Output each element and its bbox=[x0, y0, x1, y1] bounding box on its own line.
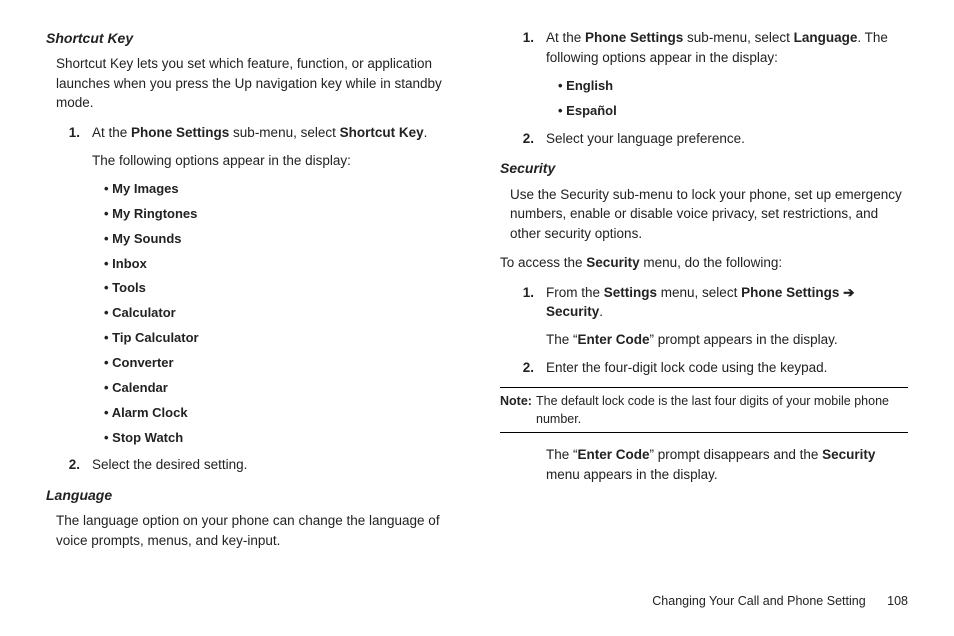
t: sub-menu, select bbox=[229, 125, 339, 140]
step-number: 2. bbox=[500, 129, 546, 149]
shortcut-step-2: 2. Select the desired setting. bbox=[46, 455, 454, 475]
list-item: My Sounds bbox=[104, 230, 454, 249]
bold: Phone Settings bbox=[741, 285, 839, 300]
t: At the bbox=[92, 125, 131, 140]
security-step-2: 2. Enter the four-digit lock code using … bbox=[500, 358, 908, 378]
language-step-1: 1. At the Phone Settings sub-menu, selec… bbox=[500, 28, 908, 67]
t: ” prompt appears in the display. bbox=[650, 332, 838, 347]
security-heading: Security bbox=[500, 158, 908, 178]
list-item: Calendar bbox=[104, 379, 454, 398]
shortcut-options: My Images My Ringtones My Sounds Inbox T… bbox=[104, 180, 454, 447]
shortcut-key-heading: Shortcut Key bbox=[46, 28, 454, 48]
security-access-line: To access the Security menu, do the foll… bbox=[500, 253, 908, 273]
bold: Security bbox=[586, 255, 639, 270]
shortcut-step-1: 1. At the Phone Settings sub-menu, selec… bbox=[46, 123, 454, 170]
list-item: Stop Watch bbox=[104, 429, 454, 448]
t: ” prompt disappears and the bbox=[650, 447, 823, 462]
page-number: 108 bbox=[887, 594, 908, 608]
bold: Shortcut Key bbox=[340, 125, 424, 140]
page: Shortcut Key Shortcut Key lets you set w… bbox=[0, 0, 954, 636]
security-step-1: 1. From the Settings menu, select Phone … bbox=[500, 283, 908, 350]
step-number: 1. bbox=[46, 123, 92, 170]
bold: Security bbox=[546, 304, 599, 319]
t: From the bbox=[546, 285, 604, 300]
language-steps-2: 2. Select your language preference. bbox=[500, 129, 908, 149]
step1-line2: The following options appear in the disp… bbox=[92, 151, 454, 171]
step-text: Select your language preference. bbox=[546, 129, 908, 149]
list-item: Tip Calculator bbox=[104, 329, 454, 348]
step-number: 2. bbox=[500, 358, 546, 378]
bold: Settings bbox=[604, 285, 657, 300]
step-text: From the Settings menu, select Phone Set… bbox=[546, 283, 908, 350]
shortcut-intro: Shortcut Key lets you set which feature,… bbox=[56, 54, 454, 113]
language-steps: 1. At the Phone Settings sub-menu, selec… bbox=[500, 28, 908, 67]
step-text: At the Phone Settings sub-menu, select L… bbox=[546, 28, 908, 67]
sec-step1-line2: The “Enter Code” prompt appears in the d… bbox=[546, 330, 908, 350]
arrow-icon: ➔ bbox=[839, 285, 854, 300]
step-number: 1. bbox=[500, 283, 546, 350]
bold: Phone Settings bbox=[131, 125, 229, 140]
list-item: Calculator bbox=[104, 304, 454, 323]
t: The “ bbox=[546, 447, 578, 462]
list-item: English bbox=[558, 77, 908, 96]
list-item: Tools bbox=[104, 279, 454, 298]
t: menu, select bbox=[657, 285, 741, 300]
t: At the bbox=[546, 30, 585, 45]
security-result-text: The “Enter Code” prompt disappears and t… bbox=[546, 445, 908, 484]
right-column: 1. At the Phone Settings sub-menu, selec… bbox=[500, 28, 908, 560]
list-item: My Ringtones bbox=[104, 205, 454, 224]
bold: Security bbox=[822, 447, 875, 462]
language-step-2: 2. Select your language preference. bbox=[500, 129, 908, 149]
list-item: Alarm Clock bbox=[104, 404, 454, 423]
language-heading: Language bbox=[46, 485, 454, 505]
left-column: Shortcut Key Shortcut Key lets you set w… bbox=[46, 28, 454, 560]
t: To access the bbox=[500, 255, 586, 270]
language-intro: The language option on your phone can ch… bbox=[56, 511, 454, 550]
step1-line1: At the Phone Settings sub-menu, select S… bbox=[92, 123, 454, 143]
step-text: At the Phone Settings sub-menu, select S… bbox=[92, 123, 454, 170]
note-text: The default lock code is the last four d… bbox=[536, 392, 902, 428]
step-text: Enter the four-digit lock code using the… bbox=[546, 358, 908, 378]
t: . bbox=[599, 304, 603, 319]
security-intro: Use the Security sub-menu to lock your p… bbox=[510, 185, 908, 244]
page-footer: Changing Your Call and Phone Setting 108 bbox=[652, 592, 908, 610]
step2-text: Select the desired setting. bbox=[92, 455, 454, 475]
bold: Enter Code bbox=[578, 447, 650, 462]
sec-step1-line1: From the Settings menu, select Phone Set… bbox=[546, 283, 908, 322]
step-number: 1. bbox=[500, 28, 546, 67]
security-steps: 1. From the Settings menu, select Phone … bbox=[500, 283, 908, 377]
step-text: Select the desired setting. bbox=[92, 455, 454, 475]
bold: Language bbox=[794, 30, 858, 45]
list-item: My Images bbox=[104, 180, 454, 199]
lang-step1-text: At the Phone Settings sub-menu, select L… bbox=[546, 28, 908, 67]
list-item: Converter bbox=[104, 354, 454, 373]
step-number: 2. bbox=[46, 455, 92, 475]
lang-step2-text: Select your language preference. bbox=[546, 129, 908, 149]
shortcut-steps: 1. At the Phone Settings sub-menu, selec… bbox=[46, 123, 454, 170]
t: The “ bbox=[546, 332, 578, 347]
footer-title: Changing Your Call and Phone Setting bbox=[652, 594, 865, 608]
bold: Enter Code bbox=[578, 332, 650, 347]
columns: Shortcut Key Shortcut Key lets you set w… bbox=[46, 28, 908, 560]
after-note-text: The “Enter Code” prompt disappears and t… bbox=[546, 445, 908, 484]
shortcut-steps-2: 2. Select the desired setting. bbox=[46, 455, 454, 475]
list-item: Inbox bbox=[104, 255, 454, 274]
note-label: Note: bbox=[500, 392, 536, 410]
language-options: English Español bbox=[558, 77, 908, 121]
note-box: Note:The default lock code is the last f… bbox=[500, 387, 908, 433]
t: menu appears in the display. bbox=[546, 467, 718, 482]
t: menu, do the following: bbox=[640, 255, 783, 270]
bold: Phone Settings bbox=[585, 30, 683, 45]
list-item: Español bbox=[558, 102, 908, 121]
t: sub-menu, select bbox=[683, 30, 793, 45]
sec-step2-text: Enter the four-digit lock code using the… bbox=[546, 358, 908, 378]
t: . bbox=[424, 125, 428, 140]
